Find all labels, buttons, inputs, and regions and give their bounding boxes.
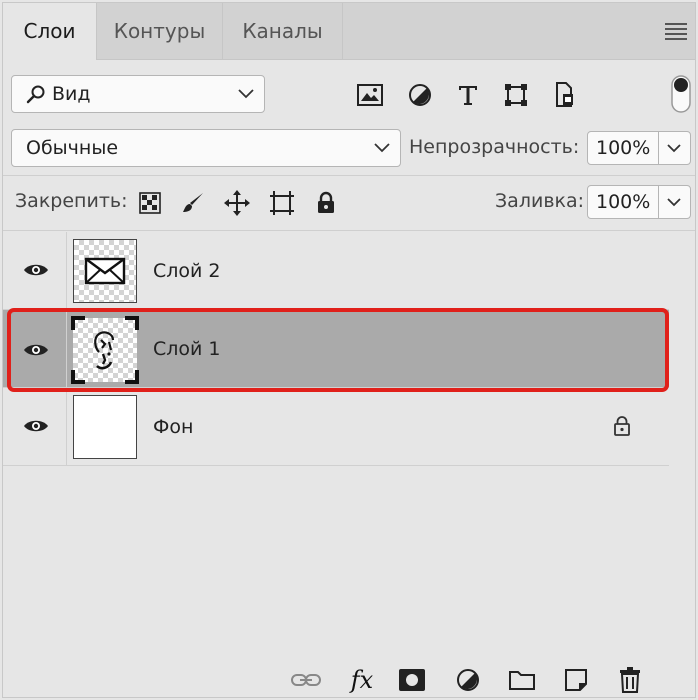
eye-icon	[24, 420, 48, 432]
blend-mode-value: Обычные	[26, 137, 119, 159]
search-icon	[26, 85, 45, 104]
panel-menu-icon[interactable]	[665, 23, 687, 40]
envelope-icon	[84, 257, 126, 285]
type-filter-icon[interactable]	[453, 81, 483, 109]
fx-icon[interactable]: fx	[345, 665, 379, 695]
blend-mode-dropdown[interactable]: Обычные	[11, 129, 401, 167]
chevron-down-icon[interactable]	[667, 144, 681, 153]
fill-label: Заливка:	[495, 190, 585, 212]
lock-icon	[614, 416, 630, 436]
lock-position-icon[interactable]	[223, 189, 251, 217]
chevron-down-icon[interactable]	[667, 198, 681, 207]
layer-filter-dropdown[interactable]: Вид	[11, 75, 265, 113]
group-folder-icon[interactable]	[506, 666, 538, 694]
add-mask-icon[interactable]	[395, 666, 429, 694]
fill-field[interactable]: 100%	[587, 185, 691, 219]
filter-toggle-switch[interactable]	[671, 75, 691, 113]
delete-icon[interactable]	[615, 665, 645, 695]
lock-label: Закрепить:	[15, 190, 128, 212]
opacity-label: Непрозрачность:	[409, 136, 580, 158]
bottom-toolbar: fx	[3, 663, 695, 697]
lock-all-icon[interactable]	[313, 189, 339, 217]
layer-name[interactable]: Слой 2	[153, 232, 221, 309]
lock-image-pixels-icon[interactable]	[179, 189, 207, 217]
tab-layers[interactable]: Слои	[3, 3, 97, 60]
link-layers-icon[interactable]	[289, 667, 323, 693]
adjustment-filter-icon[interactable]	[405, 81, 435, 109]
eye-icon	[24, 264, 48, 276]
opacity-value: 100%	[596, 137, 651, 159]
lock-artboard-icon[interactable]	[267, 189, 297, 217]
visibility-toggle[interactable]	[3, 232, 67, 309]
tab-channels[interactable]: Каналы	[223, 3, 343, 59]
layer-thumbnail	[73, 239, 137, 303]
layer-name[interactable]: Фон	[153, 388, 193, 465]
chevron-down-icon	[238, 89, 254, 99]
tab-paths[interactable]: Контуры	[97, 3, 223, 59]
selection-highlight-frame	[7, 308, 669, 392]
adjustment-layer-icon[interactable]	[453, 666, 483, 694]
new-layer-icon[interactable]	[561, 666, 591, 694]
layer-row-background[interactable]: Фон	[3, 388, 669, 466]
layers-panel: Слои Контуры Каналы Вид Обычные Непрозра…	[2, 2, 696, 698]
opacity-field[interactable]: 100%	[587, 131, 691, 165]
layer-thumbnail	[73, 395, 137, 459]
smart-object-filter-icon[interactable]	[549, 81, 579, 109]
image-filter-icon[interactable]	[355, 81, 385, 109]
fill-value: 100%	[596, 191, 651, 213]
tab-bar: Слои Контуры Каналы	[3, 3, 695, 60]
layer-row-layer-2[interactable]: Слой 2	[3, 232, 669, 310]
lock-transparent-pixels-icon[interactable]	[137, 189, 163, 217]
shape-filter-icon[interactable]	[501, 81, 531, 109]
layer-filter-label: Вид	[52, 83, 91, 105]
chevron-down-icon	[374, 143, 390, 153]
visibility-toggle[interactable]	[3, 388, 67, 465]
